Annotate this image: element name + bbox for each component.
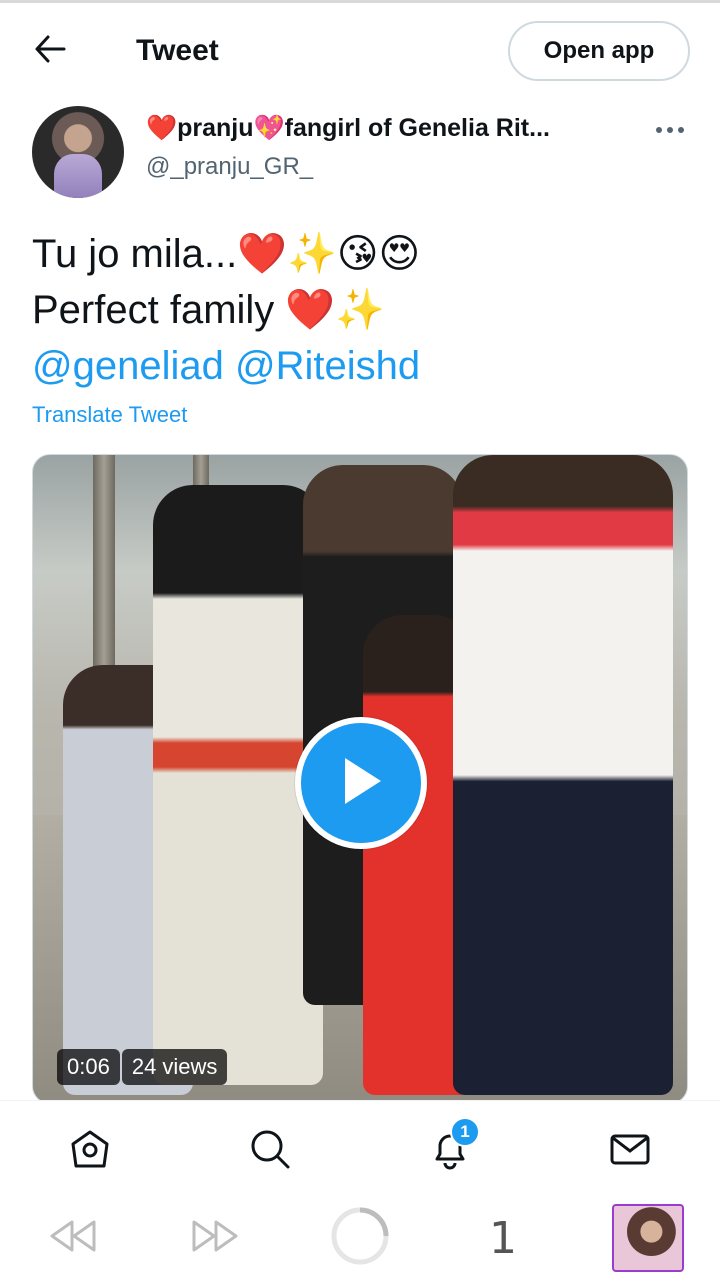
author-display-name[interactable]: ❤️pranju💖fangirl of Genelia Rit... — [146, 112, 606, 144]
home-icon — [68, 1127, 112, 1176]
mention-link[interactable]: @geneliad — [32, 344, 224, 388]
video-meta: 0:06 24 views — [57, 1049, 228, 1085]
mail-icon — [608, 1127, 652, 1176]
tweet-text: Tu jo mila...❤️✨😘😍 Perfect family ❤️✨ @g… — [32, 226, 692, 394]
search-icon — [248, 1127, 292, 1176]
avatar[interactable] — [32, 106, 124, 198]
arrow-left-icon — [34, 35, 66, 68]
tweet-line-2: Perfect family ❤️✨ — [32, 288, 386, 332]
mention-link[interactable]: @Riteishd — [235, 344, 420, 388]
browser-tab-thumbnail[interactable] — [612, 1204, 684, 1272]
browser-back-button[interactable] — [44, 1210, 100, 1266]
bottom-navigation: 1 — [0, 1100, 720, 1196]
video-duration: 0:06 — [57, 1049, 120, 1085]
back-button[interactable] — [26, 31, 74, 71]
top-app-bar: Tweet Open app — [0, 3, 720, 97]
nav-messages[interactable] — [602, 1125, 658, 1177]
play-button[interactable] — [295, 717, 427, 849]
browser-forward-button[interactable] — [188, 1210, 244, 1266]
open-app-button[interactable]: Open app — [508, 21, 690, 81]
nav-search[interactable] — [242, 1125, 298, 1177]
browser-tab-count[interactable]: 1 — [478, 1210, 528, 1266]
browser-reload-button[interactable] — [328, 1207, 392, 1266]
nav-home[interactable] — [62, 1125, 118, 1177]
more-options-button[interactable] — [648, 116, 692, 144]
translate-tweet-link[interactable]: Translate Tweet — [32, 402, 187, 428]
author-handle[interactable]: @_pranju_GR_ — [146, 152, 313, 182]
fast-forward-icon — [190, 1216, 242, 1261]
page-title: Tweet — [136, 34, 219, 67]
more-horizontal-icon — [655, 121, 685, 139]
browser-toolbar: 1 — [0, 1196, 720, 1280]
loading-ring-icon — [330, 1206, 390, 1271]
video-view-count: 24 views — [121, 1049, 228, 1085]
video-thumbnail[interactable]: 0:06 24 views — [32, 454, 688, 1104]
rewind-icon — [46, 1216, 98, 1261]
tweet-line-1: Tu jo mila...❤️✨😘😍 — [32, 232, 421, 276]
notification-badge: 1 — [450, 1117, 480, 1147]
play-icon — [337, 754, 385, 813]
